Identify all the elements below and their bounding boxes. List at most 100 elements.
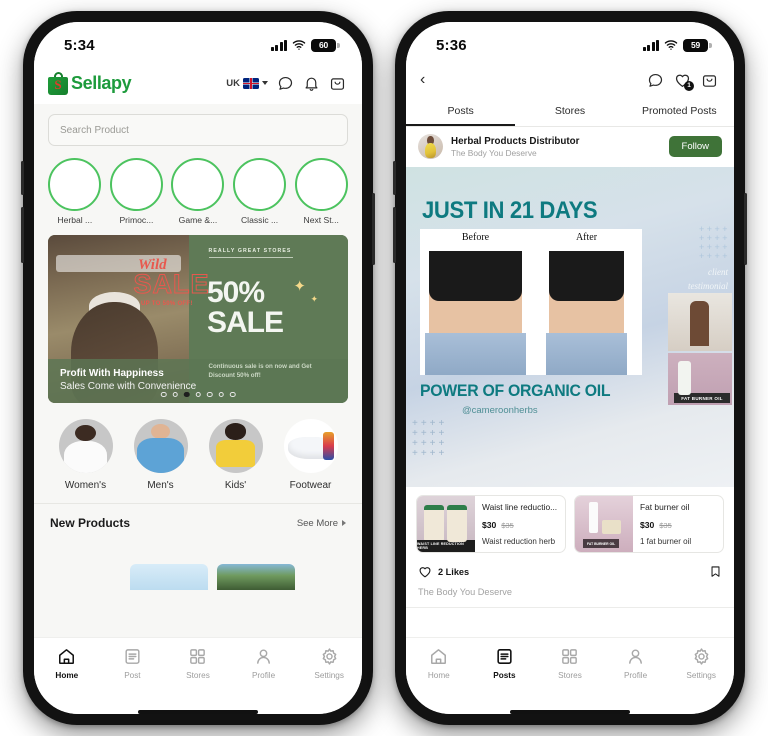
banner-dot-active[interactable] xyxy=(183,391,190,397)
home-scroll-area[interactable]: Search Product Herbal ... Primoc... Game xyxy=(34,104,362,637)
promo-banner[interactable]: REALLY GREAT STORES ✦ ✦ 50% SALE Wild SA… xyxy=(48,235,348,403)
tab-stores[interactable]: Stores xyxy=(515,98,624,126)
stories-row[interactable]: Herbal ... Primoc... Game &... Classic .… xyxy=(34,154,362,233)
chat-bubble-icon[interactable] xyxy=(277,75,294,92)
locale-selector[interactable]: UK xyxy=(226,77,268,89)
wifi-icon xyxy=(292,38,306,52)
tagged-products-row: WAIST LINE REDUCTION HERB Waist line red… xyxy=(406,487,734,559)
post-divider xyxy=(406,607,734,608)
post-image[interactable]: JUST IN 21 DAYS Before After ++++ ++++ +++… xyxy=(406,167,734,487)
category-footwear[interactable]: Footwear xyxy=(278,419,344,491)
author-info: Herbal Products Distributor The Body You… xyxy=(451,136,661,158)
banner-dot[interactable] xyxy=(229,391,236,397)
header-actions: UK xyxy=(226,75,346,92)
tab-post[interactable]: Post xyxy=(100,647,166,680)
category-kids[interactable]: Kids' xyxy=(203,419,269,491)
tab-label: Settings xyxy=(686,670,716,680)
post-icon xyxy=(495,647,514,666)
logo-letter: S xyxy=(54,77,62,92)
product-price: $30 xyxy=(640,519,655,530)
category-image xyxy=(283,419,338,473)
home-indicator[interactable] xyxy=(510,709,630,714)
story-item[interactable]: Herbal ... xyxy=(48,158,102,225)
tab-posts[interactable]: Posts xyxy=(406,98,516,126)
product-card[interactable] xyxy=(130,564,208,590)
notification-bell-icon[interactable] xyxy=(303,75,320,92)
story-ring xyxy=(294,158,348,211)
tab-posts[interactable]: Posts xyxy=(472,647,538,680)
new-products-list[interactable] xyxy=(34,540,362,590)
thumbnail-label: WAIST LINE REDUCTION HERB xyxy=(417,540,475,552)
shopping-bag-icon[interactable] xyxy=(329,75,346,92)
story-item[interactable]: Classic ... xyxy=(233,158,287,225)
status-time: 5:36 xyxy=(436,36,467,54)
tab-label: Profile xyxy=(623,670,648,680)
tab-label: Home xyxy=(427,670,450,680)
category-mens[interactable]: Men's xyxy=(128,419,194,491)
tab-label: Promoted Posts xyxy=(641,105,717,117)
tab-label: Stores xyxy=(558,670,582,680)
product-photo: FAT BURNER OIL xyxy=(668,353,732,405)
banner-dot[interactable] xyxy=(206,391,213,397)
product-card[interactable]: WAIST LINE REDUCTION HERB Waist line red… xyxy=(416,495,566,553)
product-card[interactable]: FAT BURNER OIL Fat burner oil $30 $35 1 … xyxy=(574,495,724,553)
product-old-price: $35 xyxy=(659,520,672,530)
search-section: Search Product xyxy=(34,104,362,154)
category-womens[interactable]: Women's xyxy=(53,419,119,491)
after-column: After xyxy=(531,229,642,375)
plus-pattern-icon: ++++ ++++ ++++ ++++ xyxy=(698,224,730,261)
search-input[interactable]: Search Product xyxy=(48,114,348,146)
banner-kicker: REALLY GREAT STORES xyxy=(208,248,293,258)
see-more-link[interactable]: See More xyxy=(297,518,346,529)
home-icon xyxy=(57,647,76,666)
power-button[interactable] xyxy=(372,193,375,265)
follow-button[interactable]: Follow xyxy=(668,136,722,157)
banner-dot[interactable] xyxy=(218,391,224,397)
tab-stores[interactable]: Stores xyxy=(165,647,231,680)
post-feed[interactable]: Herbal Products Distributor The Body You… xyxy=(406,127,734,637)
cellular-signal-icon xyxy=(270,39,287,51)
tab-label: Settings xyxy=(314,670,344,680)
cellular-signal-icon xyxy=(642,39,659,51)
bottom-tab-bar-left: Home Post Stores Profile Settings xyxy=(34,636,362,703)
tab-profile[interactable]: Profile xyxy=(231,647,297,680)
product-description: 1 fat burner oil xyxy=(640,537,692,546)
banner-dots[interactable] xyxy=(160,391,236,397)
bookmark-icon[interactable] xyxy=(709,564,722,579)
tab-home[interactable]: Home xyxy=(406,647,472,680)
story-item[interactable]: Next St... xyxy=(294,158,348,225)
app-logo[interactable]: S Sellapy xyxy=(48,71,132,95)
tab-settings[interactable]: Settings xyxy=(296,647,362,680)
tab-stores[interactable]: Stores xyxy=(537,647,603,680)
heart-icon[interactable]: 1 xyxy=(674,72,694,91)
home-indicator[interactable] xyxy=(138,709,258,714)
tab-profile[interactable]: Profile xyxy=(603,647,669,680)
banner-dot[interactable] xyxy=(172,391,178,397)
likes-group[interactable]: 2 Likes xyxy=(418,565,469,579)
power-button[interactable] xyxy=(744,193,747,265)
tab-promoted-posts[interactable]: Promoted Posts xyxy=(625,98,734,126)
banner-title: Profit With Happiness xyxy=(60,368,164,379)
tab-label: Posts xyxy=(447,105,474,117)
category-label: Kids' xyxy=(224,480,247,491)
tab-home[interactable]: Home xyxy=(34,647,100,680)
story-item[interactable]: Game &... xyxy=(171,158,225,225)
thumbnail-label: FAT BURNER OIL xyxy=(583,539,620,548)
story-label: Game &... xyxy=(178,215,218,225)
avatar[interactable] xyxy=(418,134,443,159)
heart-outline-icon[interactable] xyxy=(418,565,432,579)
banner-dot[interactable] xyxy=(160,391,167,397)
banner-dot[interactable] xyxy=(195,391,201,397)
product-card[interactable] xyxy=(217,564,295,590)
back-chevron-icon[interactable]: ‹ xyxy=(420,72,425,88)
chat-bubble-icon[interactable] xyxy=(647,72,664,89)
tab-label: Posts xyxy=(493,670,516,680)
tab-label: Stores xyxy=(554,105,586,117)
product-thumbnail: FAT BURNER OIL xyxy=(575,496,633,552)
shopping-bag-icon[interactable] xyxy=(701,72,718,89)
post-tabs: Posts Stores Promoted Posts xyxy=(406,98,734,126)
story-item[interactable]: Primoc... xyxy=(109,158,164,225)
product-prices: $30 $35 xyxy=(640,520,716,530)
story-label: Primoc... xyxy=(119,215,154,225)
tab-settings[interactable]: Settings xyxy=(668,647,734,680)
